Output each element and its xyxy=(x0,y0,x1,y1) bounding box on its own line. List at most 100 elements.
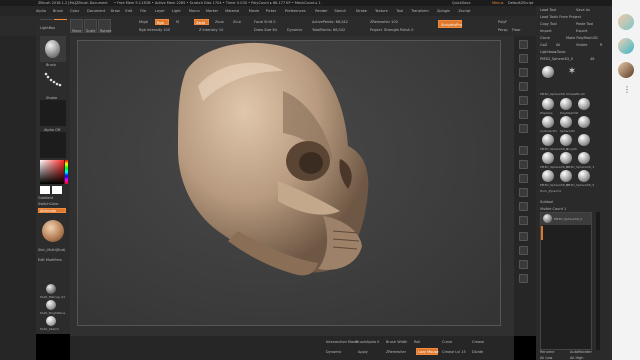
solo-button[interactable] xyxy=(519,260,528,269)
menu-macro[interactable]: Macro xyxy=(189,9,200,13)
menu-marker[interactable]: Marker xyxy=(206,9,218,13)
draw-size-slider[interactable]: Draw Size 64 xyxy=(254,28,277,32)
matcap-thumb-3[interactable] xyxy=(46,316,56,326)
scale-button[interactable]: Scale xyxy=(84,19,97,33)
switch-color-button[interactable]: SwitchColor xyxy=(38,202,59,206)
zremesher-bottom-button[interactable]: ZRemesher xyxy=(386,350,406,354)
spix-button[interactable] xyxy=(519,54,528,63)
menu-stencil[interactable]: Stencil xyxy=(334,9,346,13)
crease-level-slider[interactable]: Crease Lvl 15 xyxy=(442,350,466,354)
menu-layer[interactable]: Layer xyxy=(155,9,165,13)
apply-button[interactable]: Apply xyxy=(358,350,368,354)
autoreorder-button[interactable]: AutoReorder xyxy=(570,350,592,354)
stroke-thumbnail[interactable] xyxy=(40,68,66,94)
move-button[interactable]: Move xyxy=(70,19,83,33)
hue-strip[interactable] xyxy=(65,160,68,184)
lightbox-button[interactable]: LightBox xyxy=(40,26,55,30)
rotate-shelf-button[interactable] xyxy=(519,216,528,225)
quicksave-button[interactable]: QuickSave xyxy=(452,1,471,5)
tool-thumb-15[interactable] xyxy=(578,170,590,182)
primary-color-swatch[interactable] xyxy=(40,186,50,194)
sculptrispro-button[interactable]: SculptrisPro xyxy=(438,20,462,28)
menu-transform[interactable]: Transform xyxy=(411,9,428,13)
menu-alpha[interactable]: Alpha xyxy=(36,9,46,13)
local-button[interactable] xyxy=(519,160,528,169)
menu-picker[interactable]: Picker xyxy=(266,9,276,13)
menu-file[interactable]: File xyxy=(140,9,146,13)
menu-render[interactable]: Render xyxy=(315,9,327,13)
tool-thumb-7[interactable] xyxy=(542,134,554,146)
transp-button[interactable] xyxy=(519,246,528,255)
document-canvas[interactable] xyxy=(77,40,501,326)
import-button[interactable]: Import xyxy=(540,29,552,33)
menu-zplugin[interactable]: Zplugin xyxy=(437,9,450,13)
tool-thumb-11[interactable] xyxy=(560,152,572,164)
rgb-intensity-slider[interactable]: Rgb Intensity 100 xyxy=(139,28,170,32)
menu-texture[interactable]: Texture xyxy=(375,9,388,13)
rgb-toggle[interactable]: Rgb xyxy=(155,19,169,25)
zcut-toggle[interactable]: Zcut xyxy=(233,20,241,24)
menu-movie[interactable]: Movie xyxy=(249,9,259,13)
save-as-button[interactable]: Save As xyxy=(576,8,590,12)
menus-button[interactable]: Menus xyxy=(492,1,503,5)
roll-toggle[interactable]: Roll xyxy=(414,340,420,344)
menu-color[interactable]: Color xyxy=(70,9,79,13)
zsub-toggle[interactable]: Zsub xyxy=(215,20,224,24)
xpose-button[interactable] xyxy=(519,274,528,283)
z-intensity-slider[interactable]: Z Intensity 10 xyxy=(199,28,223,32)
alpha-thumbnail[interactable] xyxy=(40,100,66,126)
floor-toggle[interactable]: Floor xyxy=(512,28,521,32)
menu-zscript[interactable]: Zscript xyxy=(458,9,470,13)
tool-thumb-13[interactable] xyxy=(542,170,554,182)
aahalf-button[interactable] xyxy=(519,110,528,119)
menu-tool[interactable]: Tool xyxy=(396,9,403,13)
divide-button[interactable]: Divide xyxy=(472,350,483,354)
mrgb-toggle[interactable]: Mrgb xyxy=(139,20,148,24)
tool-thumb-9[interactable] xyxy=(578,134,590,146)
lazy-mouse-toggle[interactable]: Lazy Mouse xyxy=(416,348,438,355)
rename-button[interactable]: Rename xyxy=(540,350,554,354)
menu-brush[interactable]: Brush xyxy=(53,9,63,13)
texture-thumbnail[interactable] xyxy=(40,132,66,158)
persp-toggle[interactable]: Persp xyxy=(498,28,508,32)
crease-button[interactable]: Crease xyxy=(472,340,484,344)
all-high-button[interactable]: All High xyxy=(570,356,584,360)
matcap-thumb-2[interactable] xyxy=(46,300,56,310)
make-polymesh-button[interactable]: Make PolyMesh3D xyxy=(566,36,598,40)
tool-thumb-1[interactable] xyxy=(542,98,554,110)
all-button[interactable]: All xyxy=(556,43,560,47)
color-picker[interactable] xyxy=(40,160,64,184)
brush-alpha-slider[interactable]: BrushAlpha 0 xyxy=(356,340,379,344)
goz-button[interactable]: GoZ xyxy=(540,43,547,47)
tool-thumb-14[interactable] xyxy=(560,170,572,182)
brush-thumbnail[interactable] xyxy=(40,36,66,62)
zoom3d-button[interactable] xyxy=(519,202,528,211)
tool-thumb-8[interactable] xyxy=(560,134,572,146)
visible-count-slider[interactable]: Visible Count 1 xyxy=(540,207,566,211)
paste-tool-button[interactable]: Paste Tool xyxy=(576,22,593,26)
actual-button[interactable] xyxy=(519,96,528,105)
material-thumbnail[interactable] xyxy=(40,218,66,244)
tool-thumb-12[interactable] xyxy=(578,152,590,164)
current-tool-name[interactable]: PM3D_Sphere3D_0 xyxy=(540,57,573,61)
subtool-row[interactable]: PM3D_Sphere3D_0 xyxy=(541,213,591,225)
secondary-color-swatch[interactable] xyxy=(52,186,62,194)
export-button[interactable]: Export xyxy=(576,29,587,33)
r-button[interactable]: R xyxy=(600,43,602,47)
menu-light[interactable]: Light xyxy=(172,9,181,13)
tool-thumb-3[interactable] xyxy=(578,98,590,110)
strength-slider[interactable]: Strength xyxy=(384,28,399,32)
persp-shelf-button[interactable] xyxy=(519,124,528,133)
floor-shelf-button[interactable] xyxy=(519,146,528,155)
polyf-shelf-button[interactable] xyxy=(519,232,528,241)
menu-material[interactable]: Material xyxy=(225,9,239,13)
focal-shift-slider[interactable]: Focal Shift 0 xyxy=(254,20,275,24)
frame-button[interactable] xyxy=(519,174,528,183)
zoom-button[interactable] xyxy=(519,82,528,91)
lightbox-tools-button[interactable]: Lightbox▸Tools xyxy=(540,50,565,54)
alternate-toggle[interactable]: Alternate xyxy=(38,208,66,213)
polyf-toggle[interactable]: PolyF xyxy=(498,20,507,24)
project-toggle[interactable]: Project xyxy=(370,28,382,32)
load-tools-from-project-button[interactable]: Load Tools From Project xyxy=(540,15,581,19)
copy-tool-button[interactable]: Copy Tool xyxy=(540,22,557,26)
